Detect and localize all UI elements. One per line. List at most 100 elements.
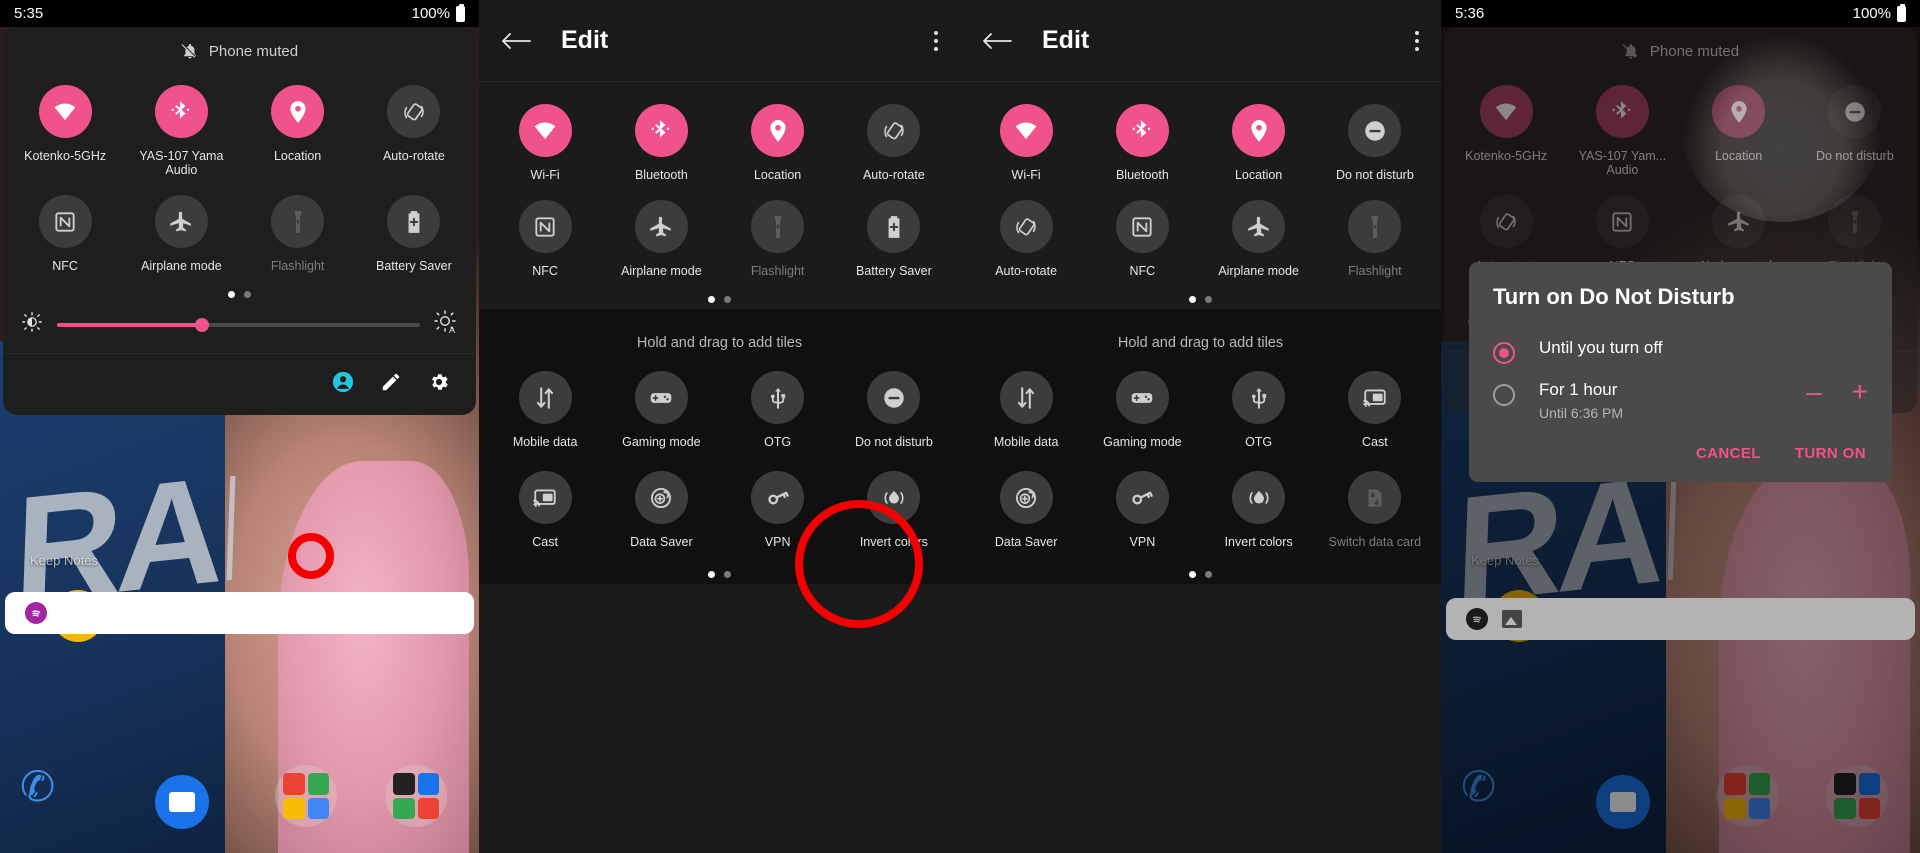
overflow-menu-icon[interactable] xyxy=(934,30,938,51)
page-dot-2[interactable] xyxy=(1205,571,1212,578)
page-dot-1[interactable] xyxy=(228,291,235,298)
qs-tile-flashlight[interactable]: Flashlight xyxy=(1317,200,1433,278)
radio-until-you-turn-off[interactable] xyxy=(1493,342,1515,364)
qs-tile-vpn[interactable]: VPN xyxy=(1084,471,1200,549)
settings-gear-icon[interactable] xyxy=(428,371,450,393)
photos-icon xyxy=(1502,610,1522,628)
qs-tile-gaming-mode[interactable]: Gaming mode xyxy=(1084,371,1200,449)
qs-tile-flashlight[interactable]: Flashlight xyxy=(240,195,356,273)
qs-tile-nfc[interactable]: NFC xyxy=(487,200,603,278)
wifi-icon xyxy=(38,85,92,138)
qs-tile-auto-rotate[interactable]: Auto-rotate xyxy=(836,104,952,182)
qs-tile-otg[interactable]: OTG xyxy=(720,371,836,449)
qs-tile-auto-rotate[interactable]: Auto-rotate xyxy=(356,85,472,177)
qs-tile-battery-saver[interactable]: Battery Saver xyxy=(836,200,952,278)
overflow-menu-icon[interactable] xyxy=(1415,30,1419,51)
qs-tile-do-not-disturb[interactable]: Do not disturb xyxy=(1797,85,1913,177)
qs-tile-auto-rotate[interactable]: Auto-rotate xyxy=(968,200,1084,278)
qs-tile-label: Battery Saver xyxy=(376,259,452,273)
brightness-slider[interactable] xyxy=(57,317,420,332)
page-dot-1[interactable] xyxy=(708,296,715,303)
qs-tile-wi-fi[interactable]: Wi-Fi xyxy=(487,104,603,182)
qs-tile-cast[interactable]: Cast xyxy=(487,471,603,549)
qs-tile-bluetooth[interactable]: Bluetooth xyxy=(1084,104,1200,182)
qs-tile-do-not-disturb[interactable]: Do not disturb xyxy=(1317,104,1433,182)
flashlight-icon xyxy=(271,195,325,248)
qs-tile-wi-fi[interactable]: Wi-Fi xyxy=(968,104,1084,182)
page-dot-2[interactable] xyxy=(244,291,251,298)
qs-tile-data-saver[interactable]: Data Saver xyxy=(603,471,719,549)
qs-tile-grid-row2: Auto-rotate NFCAirplane mode Flashlight xyxy=(1444,177,1917,273)
qs-tile-location[interactable]: Location xyxy=(1201,104,1317,182)
qs-tile-invert-colors[interactable]: Invert colors xyxy=(836,471,952,549)
page-dot-2[interactable] xyxy=(724,571,731,578)
edit-pencil-icon[interactable] xyxy=(380,371,402,393)
qs-tile-yas-107-yam-audio[interactable]: YAS-107 Yam... Audio xyxy=(1564,85,1680,177)
qs-tile-do-not-disturb[interactable]: Do not disturb xyxy=(836,371,952,449)
qs-tile-kotenko-5ghz[interactable]: Kotenko-5GHz xyxy=(1448,85,1564,177)
qs-tile-cast[interactable]: Cast xyxy=(1317,371,1433,449)
qs-tile-location[interactable]: Location xyxy=(240,85,356,177)
home-folder-google[interactable] xyxy=(275,765,337,827)
home-folder-apps[interactable] xyxy=(385,765,447,827)
qs-tile-nfc[interactable]: NFC xyxy=(7,195,123,273)
qs-tile-airplane-mode[interactable]: Airplane mode xyxy=(603,200,719,278)
qs-tile-data-saver[interactable]: Data Saver xyxy=(968,471,1084,549)
qs-tile-gaming-mode[interactable]: Gaming mode xyxy=(603,371,719,449)
home-icon-phone[interactable] xyxy=(20,760,74,814)
status-battery-percent: 100% xyxy=(1852,5,1891,22)
decrement-button[interactable]: – xyxy=(1806,378,1822,406)
battery-icon xyxy=(456,3,465,22)
qs-tile-label: Bluetooth xyxy=(1115,168,1169,182)
page-dot-1[interactable] xyxy=(708,571,715,578)
qs-tile-location[interactable]: Location xyxy=(1681,85,1797,177)
qs-tile-switch-data-card[interactable]: Switch data card xyxy=(1317,471,1433,549)
airplane-icon xyxy=(1712,195,1766,248)
qs-tile-mobile-data[interactable]: Mobile data xyxy=(968,371,1084,449)
qs-footer-bar xyxy=(3,353,476,409)
qs-tile-mobile-data[interactable]: Mobile data xyxy=(487,371,603,449)
home-icon-messages[interactable] xyxy=(155,775,209,829)
increment-button[interactable]: + xyxy=(1852,378,1868,406)
page-dot-1[interactable] xyxy=(1189,571,1196,578)
qs-tile-location[interactable]: Location xyxy=(720,104,836,182)
dnd-option-for-one-hour[interactable]: For 1 hour Until 6:36 PM – + xyxy=(1493,372,1868,429)
qs-tile-battery-saver[interactable]: Battery Saver xyxy=(356,195,472,273)
battery-saver-icon xyxy=(387,195,441,248)
do-not-disturb-icon xyxy=(1348,104,1402,157)
qs-tile-airplane-mode[interactable]: Airplane mode xyxy=(123,195,239,273)
back-arrow-icon[interactable] xyxy=(982,30,1012,52)
turn-on-button[interactable]: TURN ON xyxy=(1795,445,1866,462)
qs-tile-vpn[interactable]: VPN xyxy=(720,471,836,549)
qs-tile-bluetooth[interactable]: Bluetooth xyxy=(603,104,719,182)
qs-tile-otg[interactable]: OTG xyxy=(1201,371,1317,449)
edit-active-tiles-row1: Wi-Fi Bluetooth Location Do not disturb xyxy=(964,94,1437,182)
qs-tile-flashlight[interactable]: Flashlight xyxy=(720,200,836,278)
cancel-button[interactable]: CANCEL xyxy=(1696,445,1761,462)
qs-tile-kotenko-5ghz[interactable]: Kotenko-5GHz xyxy=(7,85,123,177)
page-dot-2[interactable] xyxy=(724,296,731,303)
qs-tile-label: YAS-107 Yam... Audio xyxy=(1578,149,1667,177)
qs-tile-label: Data Saver xyxy=(994,535,1058,549)
notification-shade-spotify[interactable] xyxy=(1446,598,1915,640)
dnd-option-until-off[interactable]: Until you turn off xyxy=(1493,330,1868,372)
qs-tile-yas-107-yama-audio[interactable]: YAS-107 Yama Audio xyxy=(123,85,239,177)
airplane-icon xyxy=(154,195,208,248)
qs-tile-airplane-mode[interactable]: Airplane mode xyxy=(1201,200,1317,278)
page-dot-1[interactable] xyxy=(1189,296,1196,303)
qs-tile-label: Do not disturb xyxy=(854,435,933,449)
user-avatar-icon[interactable] xyxy=(332,371,354,393)
back-arrow-icon[interactable] xyxy=(501,30,531,52)
radio-for-1-hour[interactable] xyxy=(1493,384,1515,406)
location-icon xyxy=(1232,104,1286,157)
bell-off-icon xyxy=(181,42,199,60)
flashlight-icon xyxy=(751,200,805,253)
nfc-icon xyxy=(38,195,92,248)
qs-tile-nfc[interactable]: NFC xyxy=(1084,200,1200,278)
qs-tile-label: Mobile data xyxy=(512,435,578,449)
page-dot-2[interactable] xyxy=(1205,296,1212,303)
qs-tile-invert-colors[interactable]: Invert colors xyxy=(1201,471,1317,549)
qs-tile-label: Cast xyxy=(1362,435,1388,449)
brightness-auto-icon[interactable]: A xyxy=(434,310,458,339)
notification-shade-spotify[interactable] xyxy=(5,592,474,634)
